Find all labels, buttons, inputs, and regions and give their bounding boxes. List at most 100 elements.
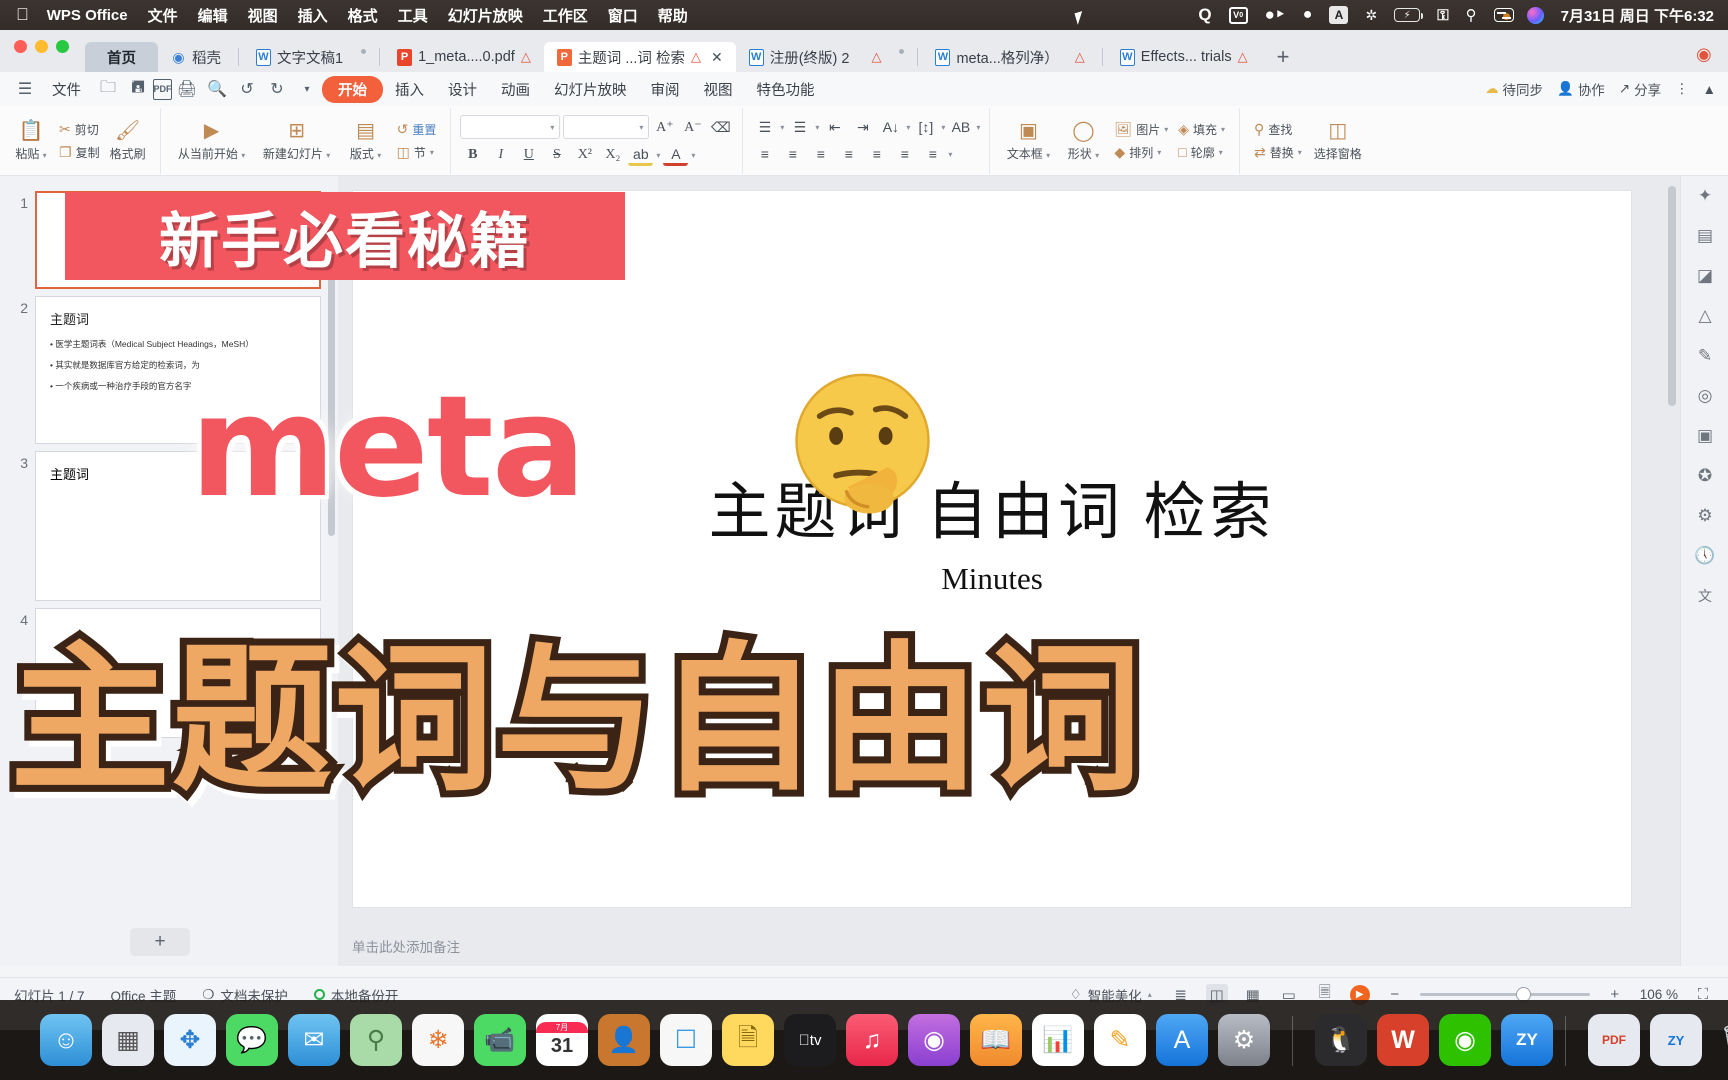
maps-icon[interactable]: ⚲ <box>350 1014 402 1066</box>
tab-meta-gelie[interactable]: W meta...格列净） △ <box>922 42 1097 72</box>
cut-button[interactable]: ✂ 剪切 <box>59 121 100 138</box>
menubar-clock[interactable]: 7月31日 周日 下午6:32 <box>1561 5 1714 26</box>
menubar-item-edit[interactable]: 编辑 <box>198 5 228 26</box>
translate-icon[interactable]: 文 <box>1681 576 1728 616</box>
textbox-button[interactable]: ▣ 文本框 ▾ <box>999 120 1057 162</box>
chevron-down-icon[interactable]: ▾ <box>941 123 945 132</box>
format-painter-button[interactable]: 🖌 格式刷 <box>105 120 151 162</box>
arrange-button[interactable]: ◆ 排列 ▾ <box>1114 144 1168 161</box>
menubar-item-view[interactable]: 视图 <box>248 5 278 26</box>
youdao-dict-icon[interactable]: V0 <box>1228 6 1248 24</box>
list-level-button[interactable]: ≡ <box>920 143 945 165</box>
add-slide-button[interactable]: + <box>130 928 190 956</box>
line-spacing-button[interactable]: [↕] <box>913 116 938 138</box>
reset-button[interactable]: ↺ 重置 <box>397 121 437 138</box>
grow-font-button[interactable]: A⁺ <box>652 116 677 138</box>
calendar-icon[interactable]: 7月 31 <box>536 1014 588 1066</box>
spotlight-search-icon[interactable]: ⚲ <box>1466 6 1477 24</box>
wifi-icon[interactable]: ⚿ <box>1437 7 1448 24</box>
qq-icon[interactable]: ● <box>1303 6 1313 24</box>
shape-button[interactable]: ◯ 形状 ▾ <box>1057 120 1109 162</box>
picture-tools-icon[interactable]: ◎ <box>1681 376 1728 416</box>
transition-icon[interactable]: ▣ <box>1681 416 1728 456</box>
ribbon-tab-start[interactable]: 开始 <box>322 75 383 103</box>
chevron-down-icon[interactable]: ▾ <box>691 151 695 160</box>
close-window-button[interactable] <box>14 40 27 53</box>
bold-button[interactable]: B <box>460 144 485 166</box>
align-right-button[interactable]: ≡ <box>808 143 833 165</box>
menubar-item-help[interactable]: 帮助 <box>658 5 688 26</box>
ribbon-tab-features[interactable]: 特色功能 <box>745 79 827 100</box>
system-preferences-icon[interactable]: ⚙ <box>1218 1014 1270 1066</box>
contacts-icon[interactable]: 👤 <box>598 1014 650 1066</box>
collapse-ribbon-button[interactable]: ▲ <box>1703 82 1716 97</box>
wechat-icon[interactable]: ◉ <box>1439 1014 1491 1066</box>
design-ideas-icon[interactable]: ✦ <box>1681 176 1728 216</box>
numbering-button[interactable]: ☰ <box>787 116 812 138</box>
picture-button[interactable]: 🖼 图片 ▾ <box>1114 121 1168 138</box>
layout-button[interactable]: ▤ 版式 ▾ <box>340 120 392 162</box>
text-highlight-button[interactable]: ab <box>628 144 654 166</box>
more-options-button[interactable]: ⋮ <box>1675 81 1689 97</box>
columns-button[interactable]: ≡ <box>892 143 917 165</box>
chevron-down-icon[interactable]: ▾ <box>815 123 819 132</box>
customize-quick-access-icon[interactable]: ▾ <box>292 76 322 102</box>
replace-button[interactable]: ⇄ 替换 ▾ <box>1254 144 1302 161</box>
input-method-icon[interactable]: A <box>1329 6 1349 24</box>
launchpad-icon[interactable]: ▦ <box>102 1014 154 1066</box>
minimize-window-button[interactable] <box>35 40 48 53</box>
font-size-select[interactable]: ▾ <box>563 115 650 139</box>
zoom-slider[interactable] <box>1419 987 1590 1002</box>
italic-button[interactable]: I <box>488 144 513 166</box>
ribbon-tab-animation[interactable]: 动画 <box>489 79 542 100</box>
pdf-folder-icon[interactable]: PDF <box>1588 1014 1640 1066</box>
pen-icon[interactable]: ✎ <box>1681 336 1728 376</box>
menubar-item-workspace[interactable]: 工作区 <box>543 5 588 26</box>
chevron-down-icon[interactable]: ▾ <box>656 151 660 160</box>
strikethrough-button[interactable]: S <box>544 144 569 166</box>
template-icon[interactable]: ▤ <box>1681 216 1728 256</box>
window-controls[interactable] <box>14 30 69 72</box>
font-color-button[interactable]: A <box>663 144 689 166</box>
tab-zhuce-zhongban-2[interactable]: W 注册(终版) 2 △ <box>736 42 895 72</box>
animation-icon[interactable]: ⚙ <box>1681 496 1728 536</box>
start-from-current-button[interactable]: ▶ 从当前开始 ▾ <box>170 120 254 162</box>
new-tab-button[interactable]: + <box>1261 44 1306 72</box>
apple-menu-icon[interactable]:  <box>16 5 29 25</box>
ribbon-file-menu[interactable]: 文件 <box>40 79 93 100</box>
chevron-down-icon[interactable]: ▾ <box>906 123 910 132</box>
close-tab-button[interactable]: ✕ <box>711 49 723 66</box>
chevron-down-icon[interactable]: ▾ <box>976 123 980 132</box>
text-align-box-button[interactable]: AB <box>948 116 973 138</box>
superscript-button[interactable]: X² <box>572 144 597 166</box>
canvas-vertical-scrollbar[interactable] <box>1668 186 1676 406</box>
siri-icon[interactable] <box>1526 6 1544 24</box>
copy-button[interactable]: ❐ 复制 <box>59 144 100 161</box>
notes-icon[interactable]: 🗎 <box>722 1014 774 1066</box>
pages-icon[interactable]: ✎ <box>1094 1014 1146 1066</box>
music-icon[interactable]: ♫ <box>846 1014 898 1066</box>
increase-indent-button[interactable]: ⇥ <box>850 116 875 138</box>
shrink-font-button[interactable]: A⁻ <box>680 116 705 138</box>
slide-thumbnail-panel[interactable]: 1 主题词 自由词 检索 Minutes 2 主题词 • 医学主题词表（Medi… <box>0 176 338 966</box>
justify-button[interactable]: ≡ <box>836 143 861 165</box>
battery-icon[interactable]: ⚡ <box>1394 8 1424 22</box>
tab-wenzi-wengao-1[interactable]: W 文字文稿1 <box>243 42 356 72</box>
hamburger-icon[interactable]: ☰ <box>10 76 40 102</box>
print-preview-icon[interactable]: 🔍 <box>202 76 232 102</box>
menubar-app-name[interactable]: WPS Office <box>47 7 128 24</box>
collaborate-button[interactable]: 👤 协作 <box>1557 79 1605 99</box>
outline-button[interactable]: □ 轮廓 ▾ <box>1178 144 1225 161</box>
chart-icon[interactable]: ◪ <box>1681 256 1728 296</box>
paste-button[interactable]: 📋 粘贴 ▾ <box>8 120 54 162</box>
underline-button[interactable]: U <box>516 144 541 166</box>
notes-placeholder[interactable]: 单击此处添加备注 <box>352 936 460 956</box>
save-icon[interactable]: 🖪 <box>123 76 153 102</box>
tab-1-meta-pdf[interactable]: P 1_meta....0.pdf △ <box>384 42 544 72</box>
selection-pane-button[interactable]: ◫ 选择窗格 <box>1307 120 1369 162</box>
new-slide-button[interactable]: ⊞ 新建幻灯片 ▾ <box>254 120 340 162</box>
appletv-icon[interactable]: tv <box>784 1014 836 1066</box>
cloud-sync-button[interactable]: ☁ 待同步 <box>1485 79 1543 99</box>
history-icon[interactable]: 🕔 <box>1681 536 1728 576</box>
zy-stack-icon[interactable]: ZY <box>1650 1014 1702 1066</box>
